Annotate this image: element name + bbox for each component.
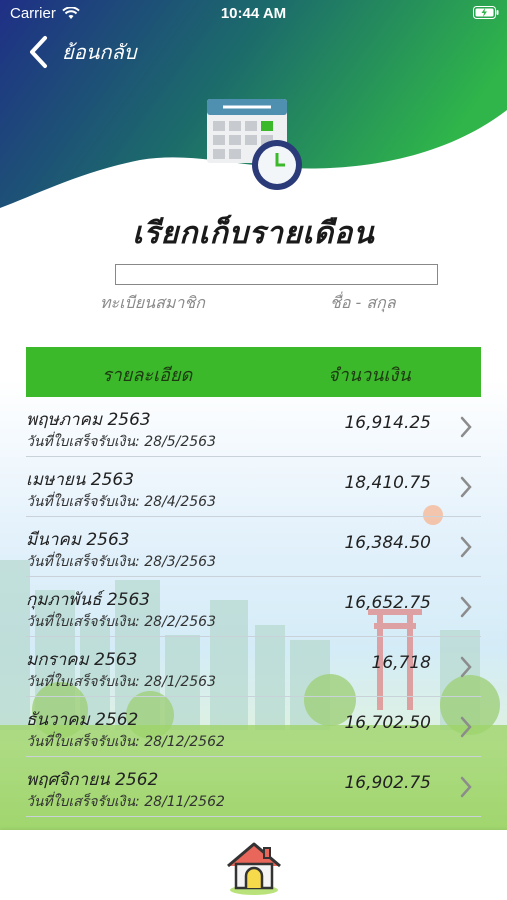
clock: 10:44 AM bbox=[220, 5, 287, 22]
home-icon bbox=[227, 842, 281, 895]
bottom-bar bbox=[0, 830, 507, 900]
row-amount: 16,902.75 bbox=[344, 773, 431, 793]
page-title: เรียกเก็บรายเดือน bbox=[132, 216, 375, 251]
status-bar: Carrier 10:44 AM bbox=[0, 0, 507, 28]
row-amount: 16,652.75 bbox=[344, 593, 431, 613]
chevron-right-icon bbox=[460, 716, 472, 738]
list-item[interactable]: พฤษภาคม 2563 วันที่ใบเสร็จรับเงิน: 28/5/… bbox=[26, 397, 481, 457]
header-amount: จำนวนเงิน bbox=[328, 365, 411, 386]
row-month: มกราคม 2563 bbox=[26, 650, 138, 670]
list-item[interactable]: มกราคม 2563 วันที่ใบเสร็จรับเงิน: 28/1/2… bbox=[26, 637, 481, 697]
row-amount: 16,914.25 bbox=[344, 413, 431, 433]
member-info-field bbox=[115, 264, 438, 285]
row-paid-date: วันที่ใบเสร็จรับเงิน: 28/3/2563 bbox=[26, 554, 216, 570]
row-paid-date: วันที่ใบเสร็จรับเงิน: 28/1/2563 bbox=[26, 674, 216, 690]
chevron-right-icon bbox=[460, 656, 472, 678]
list-item[interactable]: ธันวาคม 2562 วันที่ใบเสร็จรับเงิน: 28/12… bbox=[26, 697, 481, 757]
row-month: มีนาคม 2563 bbox=[26, 530, 130, 550]
row-paid-date: วันที่ใบเสร็จรับเงิน: 28/5/2563 bbox=[26, 434, 216, 450]
row-amount: 16,702.50 bbox=[344, 713, 431, 733]
list-item[interactable]: กุมภาพันธ์ 2563 วันที่ใบเสร็จรับเงิน: 28… bbox=[26, 577, 481, 637]
row-paid-date: วันที่ใบเสร็จรับเงิน: 28/2/2563 bbox=[26, 614, 216, 630]
member-name-label: ชื่อ - สกุล bbox=[330, 293, 396, 312]
header-detail: รายละเอียด bbox=[102, 365, 193, 386]
chevron-left-icon bbox=[30, 36, 47, 68]
home-button[interactable] bbox=[224, 836, 284, 900]
list-item[interactable]: พฤศจิกายน 2562 วันที่ใบเสร็จรับเงิน: 28/… bbox=[26, 757, 481, 817]
billing-list: พฤษภาคม 2563 วันที่ใบเสร็จรับเงิน: 28/5/… bbox=[26, 397, 481, 817]
back-button[interactable]: ย้อนกลับ bbox=[28, 32, 136, 72]
row-paid-date: วันที่ใบเสร็จรับเงิน: 28/11/2562 bbox=[26, 794, 225, 810]
list-item[interactable]: เมษายน 2563 วันที่ใบเสร็จรับเงิน: 28/4/2… bbox=[26, 457, 481, 517]
back-label: ย้อนกลับ bbox=[62, 40, 137, 64]
row-amount: 18,410.75 bbox=[344, 473, 431, 493]
list-item[interactable]: มีนาคม 2563 วันที่ใบเสร็จรับเงิน: 28/3/2… bbox=[26, 517, 481, 577]
chevron-right-icon bbox=[460, 776, 472, 798]
table-header: รายละเอียด จำนวนเงิน bbox=[26, 347, 481, 397]
chevron-right-icon bbox=[460, 476, 472, 498]
calendar-clock-icon bbox=[205, 95, 305, 199]
row-month: พฤศจิกายน 2562 bbox=[26, 770, 159, 790]
row-paid-date: วันที่ใบเสร็จรับเงิน: 28/12/2562 bbox=[26, 734, 225, 750]
chevron-right-icon bbox=[460, 536, 472, 558]
chevron-right-icon bbox=[460, 416, 472, 438]
row-month: พฤษภาคม 2563 bbox=[26, 410, 151, 430]
row-month: กุมภาพันธ์ 2563 bbox=[26, 590, 151, 610]
chevron-right-icon bbox=[460, 596, 472, 618]
row-month: ธันวาคม 2562 bbox=[26, 710, 139, 730]
battery-icon bbox=[473, 6, 499, 23]
row-amount: 16,718 bbox=[371, 653, 431, 673]
member-id-label: ทะเบียนสมาชิก bbox=[100, 293, 205, 312]
row-paid-date: วันที่ใบเสร็จรับเงิน: 28/4/2563 bbox=[26, 494, 216, 510]
row-month: เมษายน 2563 bbox=[26, 470, 135, 490]
row-amount: 16,384.50 bbox=[344, 533, 431, 553]
